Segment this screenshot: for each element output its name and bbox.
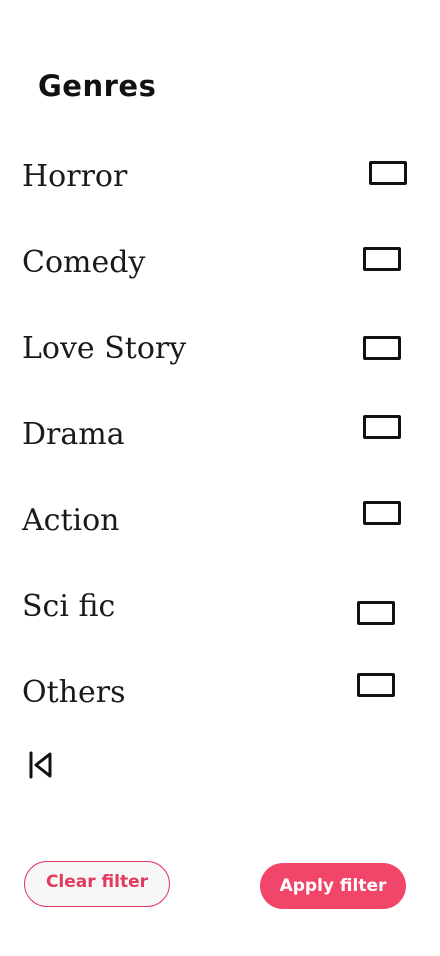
genre-label: Comedy [22,245,146,280]
genre-checkbox-sci-fic[interactable] [357,601,395,625]
genre-checkbox-horror[interactable] [369,161,407,185]
genre-checkbox-comedy[interactable] [363,247,401,271]
genre-label: Love Story [22,331,187,366]
genre-label: Others [22,675,126,710]
genre-checkbox-drama[interactable] [363,415,401,439]
page-title: Genres [38,69,157,103]
genre-label: Action [22,503,120,538]
genre-label: Sci fic [22,589,116,624]
clear-filter-button[interactable]: Clear filter [24,861,170,907]
genre-label: Horror [22,159,128,194]
skip-back-icon[interactable] [26,750,56,780]
genre-checkbox-others[interactable] [357,673,395,697]
apply-filter-button[interactable]: Apply filter [260,863,406,909]
genre-label: Drama [22,417,125,452]
genre-checkbox-love-story[interactable] [363,336,401,360]
genre-checkbox-action[interactable] [363,501,401,525]
